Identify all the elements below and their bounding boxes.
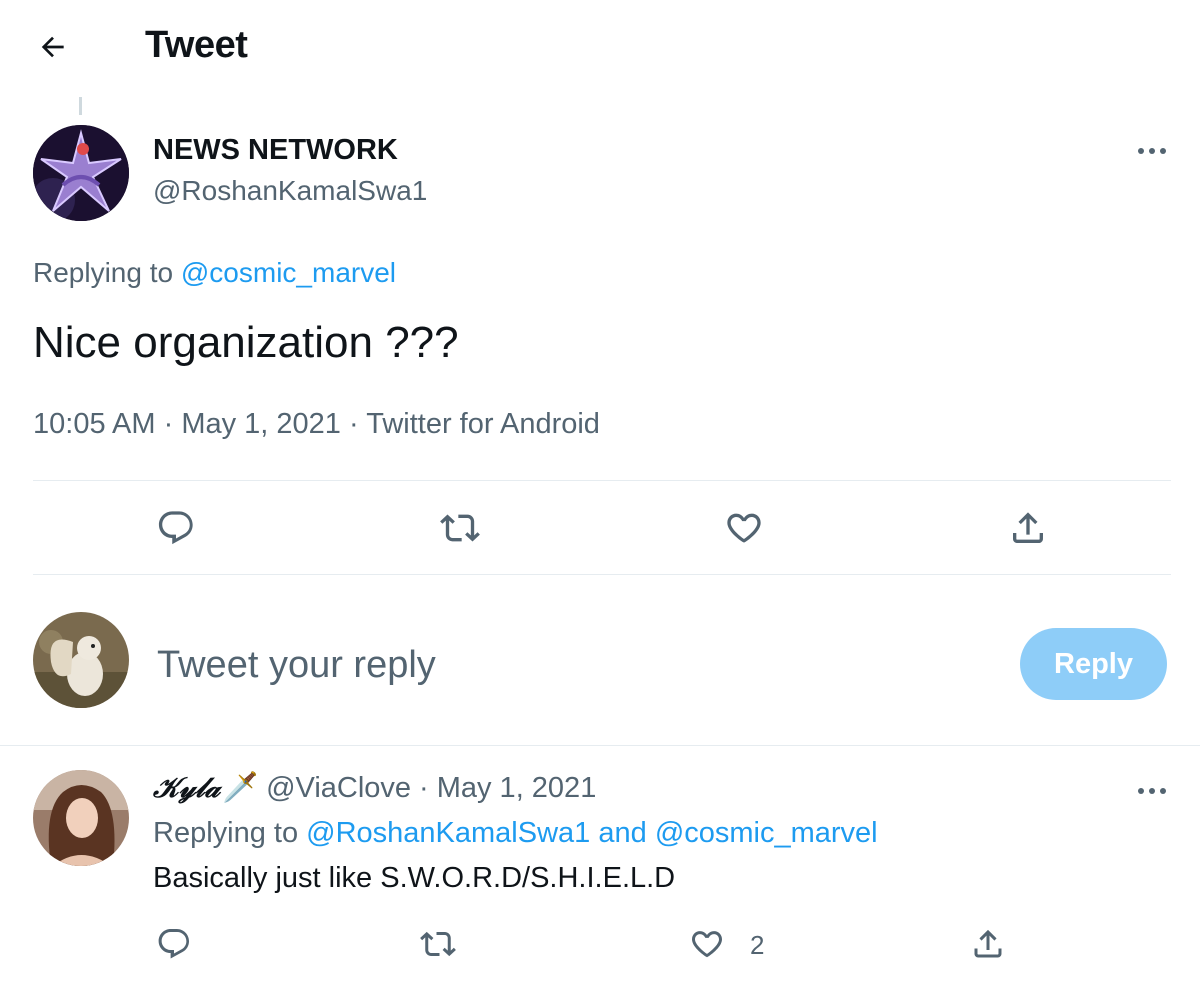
replying-to-link[interactable]: @cosmic_marvel bbox=[655, 817, 878, 849]
retweet-icon bbox=[440, 514, 480, 542]
comment-header: 𝒦𝓎𝓁𝒶 🗡️ @ViaClove · May 1, 2021 bbox=[153, 771, 596, 805]
top-bar: Tweet bbox=[0, 0, 1200, 95]
retweet-icon bbox=[420, 931, 456, 957]
reply-action-button[interactable] bbox=[153, 505, 199, 551]
comment-separator: · bbox=[419, 771, 429, 804]
author-name[interactable]: NEWS NETWORK bbox=[153, 134, 398, 167]
meta-separator: · bbox=[163, 408, 174, 440]
reply-input[interactable] bbox=[157, 640, 957, 690]
replying-to-link[interactable]: @RoshanKamalSwa1 bbox=[306, 817, 590, 849]
author-avatar[interactable] bbox=[33, 125, 129, 221]
tweet-text: Nice organization ??? bbox=[33, 318, 459, 367]
comment-like-button[interactable] bbox=[684, 921, 730, 967]
share-icon bbox=[974, 929, 1002, 958]
replying-to-prefix: Replying to bbox=[153, 817, 299, 849]
commenter-handle[interactable]: @ViaClove bbox=[266, 772, 411, 805]
page-title: Tweet bbox=[145, 24, 248, 66]
replying-to-link[interactable]: @cosmic_marvel bbox=[181, 257, 396, 288]
tweet-meta: 10:05 AM · May 1, 2021 · Twitter for And… bbox=[33, 408, 600, 441]
more-icon bbox=[1138, 788, 1166, 794]
divider bbox=[33, 574, 1171, 575]
reply-button[interactable]: Reply bbox=[1020, 628, 1167, 700]
like-count: 2 bbox=[750, 930, 765, 960]
retweet-action-button[interactable] bbox=[437, 505, 483, 551]
divider bbox=[0, 745, 1200, 746]
user-avatar[interactable] bbox=[33, 612, 129, 708]
commenter-name[interactable]: 𝒦𝓎𝓁𝒶 bbox=[153, 771, 220, 805]
tweet-more-button[interactable] bbox=[1132, 136, 1172, 166]
comment-reply-button[interactable] bbox=[151, 921, 197, 967]
more-icon bbox=[1138, 148, 1166, 154]
reply-icon bbox=[158, 511, 193, 545]
meta-separator: · bbox=[349, 408, 359, 440]
comment-share-button[interactable] bbox=[965, 921, 1011, 967]
replying-to: Replying to @cosmic_marvel bbox=[33, 257, 396, 289]
comment-more-button[interactable] bbox=[1132, 776, 1172, 806]
comment-retweet-button[interactable] bbox=[415, 921, 461, 967]
divider bbox=[33, 480, 1171, 481]
tweet-time[interactable]: 10:05 AM bbox=[33, 408, 156, 440]
like-action-button[interactable] bbox=[721, 505, 767, 551]
tweet-source[interactable]: Twitter for Android bbox=[366, 408, 600, 440]
share-action-button[interactable] bbox=[1005, 505, 1051, 551]
replying-to-prefix: Replying to bbox=[33, 257, 174, 288]
thread-connector bbox=[79, 97, 82, 115]
dagger-icon: 🗡️ bbox=[221, 772, 259, 804]
comment-text: Basically just like S.W.O.R.D/S.H.I.E.L.… bbox=[153, 862, 676, 894]
author-handle[interactable]: @RoshanKamalSwa1 bbox=[153, 175, 427, 207]
back-button[interactable] bbox=[30, 24, 76, 70]
reply-icon bbox=[158, 929, 189, 959]
comment-replying-to: Replying to @RoshanKamalSwa1 and @cosmic… bbox=[153, 817, 878, 850]
tweet-date[interactable]: May 1, 2021 bbox=[181, 408, 341, 440]
share-icon bbox=[1013, 512, 1043, 543]
like-icon bbox=[692, 931, 722, 958]
like-icon bbox=[727, 513, 761, 543]
replying-to-and: and bbox=[598, 817, 647, 849]
comment-date[interactable]: May 1, 2021 bbox=[437, 772, 597, 805]
back-arrow-icon bbox=[41, 36, 64, 58]
commenter-avatar[interactable] bbox=[33, 770, 129, 866]
